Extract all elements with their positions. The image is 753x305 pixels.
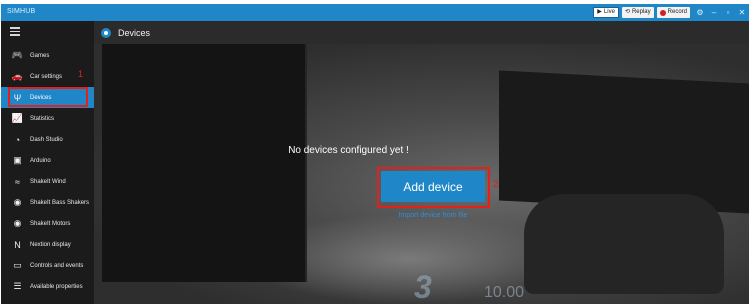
background-small-number: 10.00 (484, 284, 525, 301)
settings-icon[interactable]: ⚙ (693, 6, 707, 19)
sidebar-item-shakeit-bass-shakers[interactable]: ◉ ShakeIt Bass Shakers (1, 192, 94, 213)
record-icon (659, 9, 666, 16)
wind-icon: ≈ (15, 176, 20, 187)
sidebar-nav: 🎮 Games 🚗 Car settings 1 Ψ Devices 📈 Statistics ◔… (1, 45, 94, 304)
annotation-frame-1 (8, 87, 88, 107)
sidebar-item-label: Games (30, 52, 50, 59)
live-label: Live (603, 9, 615, 15)
devices-header-icon (101, 27, 111, 38)
nextion-icon: N (14, 239, 21, 250)
sidebar-item-controls-and-events[interactable]: ▭ Controls and events (1, 255, 94, 276)
hamburger-menu-icon[interactable] (10, 27, 20, 36)
sidebar-item-shakeit-motors[interactable]: ◉ ShakeIt Motors (1, 213, 94, 234)
sidebar-item-additional-plugins[interactable]: •••Additional plugins (1, 297, 94, 305)
annotation-number-2: 2 (493, 179, 499, 190)
replay-icon: ⟲ (624, 9, 630, 15)
title-bar: SIMHUB ▶ Live ⟲ Replay Record ⚙ – ▫ ✕ (1, 4, 749, 21)
simhub-window: SIMHUB ▶ Live ⟲ Replay Record ⚙ – ▫ ✕ 🎮 G… (1, 4, 749, 304)
sidebar-item-label: Dash Studio (30, 136, 63, 143)
empty-state-message: No devices configured yet ! (288, 145, 409, 156)
app-name: SIMHUB (7, 8, 36, 15)
chart-icon: 📈 (11, 113, 24, 123)
gamepad-icon: 🎮 (11, 50, 24, 60)
sidebar-item-label: Statistics (30, 115, 55, 122)
background-wheel (524, 194, 724, 294)
maximize-button[interactable]: ▫ (721, 6, 735, 19)
sidebar-item-nextion-display[interactable]: N Nextion display (1, 234, 94, 255)
sidebar-item-devices[interactable]: Ψ Devices (1, 87, 94, 108)
chip-icon: ▣ (13, 155, 22, 165)
minimize-button[interactable]: – (707, 6, 721, 19)
live-button[interactable]: ▶ Live (593, 7, 619, 18)
sidebar-item-dash-studio[interactable]: ◔ Dash Studio (1, 129, 94, 150)
background-gear-number: 3 (414, 269, 432, 304)
sidebar-item-label: Nextion display (30, 241, 71, 248)
close-button[interactable]: ✕ (735, 6, 749, 19)
play-icon: ▶ (597, 9, 602, 15)
replay-label: Replay (631, 9, 651, 15)
sidebar-item-label: Controls and events (30, 262, 84, 269)
main-header: Devices (94, 21, 749, 44)
gauge-icon: ◔ (14, 134, 21, 145)
sidebar: 🎮 Games 🚗 Car settings 1 Ψ Devices 📈 Statistics ◔… (1, 21, 94, 304)
title-bar-controls: ▶ Live ⟲ Replay Record ⚙ – ▫ ✕ (593, 6, 749, 19)
record-label: Record (667, 9, 687, 15)
sidebar-item-arduino[interactable]: ▣ Arduino (1, 150, 94, 171)
background-dash-display (499, 70, 749, 214)
main-panel: Devices 3 10.00 No devices configured ye… (94, 21, 749, 304)
shaker-icon: ◉ (13, 197, 22, 207)
replay-button[interactable]: ⟲ Replay (621, 7, 654, 18)
more-icon: ••• (11, 303, 24, 305)
sidebar-item-label: ShakeIt Bass Shakers (30, 199, 90, 206)
sidebar-item-shakeit-wind[interactable]: ≈ ShakeIt Wind (1, 171, 94, 192)
sidebar-item-games[interactable]: 🎮 Games (1, 45, 94, 66)
list-icon: ☰ (13, 281, 22, 291)
background-monitor (102, 44, 307, 282)
motor-icon: ◉ (13, 218, 22, 228)
sidebar-item-label: Available properties (30, 283, 83, 290)
sidebar-item-label: Car settings (30, 73, 63, 80)
sidebar-item-label: ShakeIt Wind (30, 178, 66, 185)
annotation-number-1: 1 (78, 69, 84, 79)
page-title: Devices (118, 27, 151, 38)
sidebar-item-car-settings[interactable]: 🚗 Car settings 1 (1, 66, 94, 87)
sidebar-item-available-properties[interactable]: ☰ Available properties (1, 276, 94, 297)
record-button[interactable]: Record (656, 7, 690, 18)
controls-icon: ▭ (13, 260, 22, 270)
import-device-link[interactable]: Import device from file (366, 212, 500, 219)
car-icon: 🚗 (11, 71, 24, 81)
sidebar-item-label: Arduino (30, 157, 51, 164)
sidebar-item-statistics[interactable]: 📈 Statistics (1, 108, 94, 129)
add-device-button[interactable]: Add device (381, 171, 485, 202)
sidebar-item-label: ShakeIt Motors (30, 220, 71, 227)
